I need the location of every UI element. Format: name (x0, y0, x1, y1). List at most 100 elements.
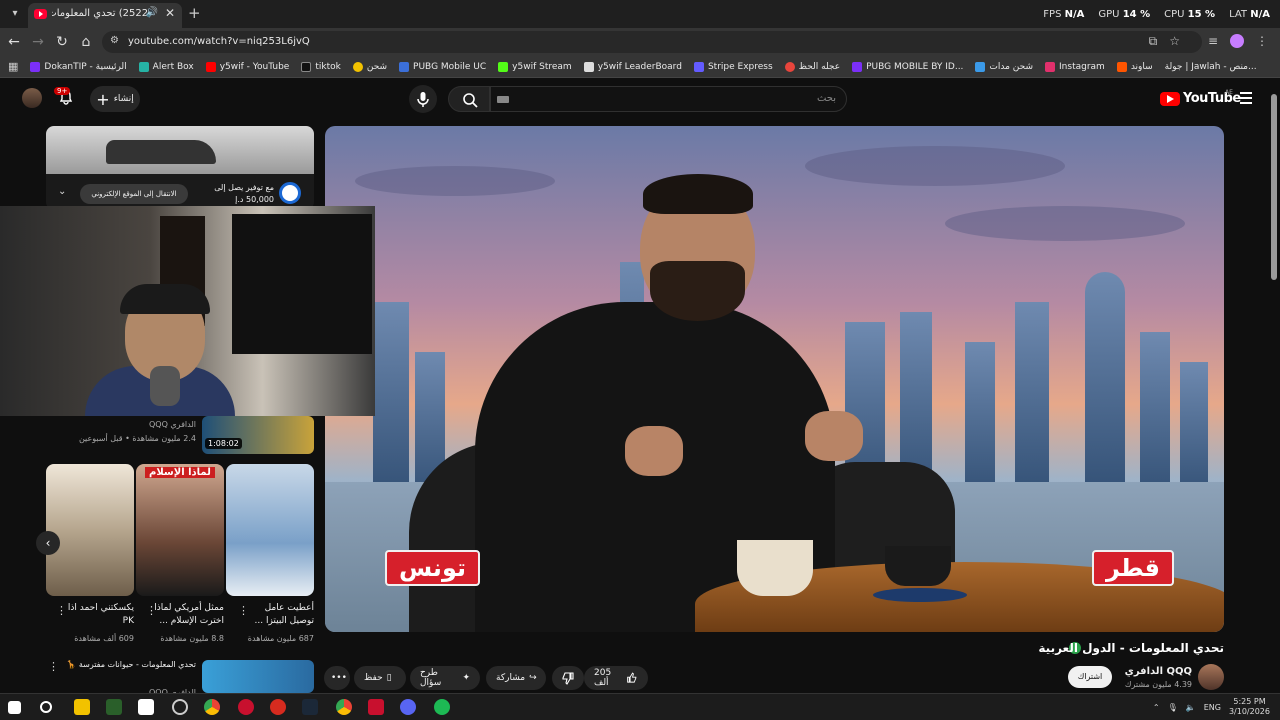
presenter-hand (625, 426, 683, 476)
short-thumbnail[interactable] (46, 464, 134, 596)
bookmark-favicon-icon (399, 61, 410, 72)
page-scrollbar-thumb[interactable] (1271, 94, 1277, 280)
ask-button[interactable]: طرح سؤال ✦ (410, 666, 480, 690)
chrome-icon[interactable] (336, 699, 352, 715)
more-vert-icon[interactable]: ⋮ (238, 604, 249, 617)
short-title[interactable]: أعطيت عامل توصيل البيتزا ... (242, 602, 315, 628)
back-icon[interactable]: ← (6, 34, 22, 50)
espresso-cup (885, 546, 951, 586)
search-button[interactable] (448, 86, 490, 112)
country-label-left: تونس (385, 550, 480, 586)
bookmark-item[interactable]: PUBG Mobile UC (399, 61, 486, 72)
bookmark-item[interactable]: DokanTIP - الرئيسية (30, 61, 127, 72)
app-icon[interactable] (106, 699, 122, 715)
youtube-favicon-icon (34, 9, 47, 19)
short-title[interactable]: يكسكتني احمد اذا PK (62, 602, 134, 628)
forward-icon[interactable]: → (30, 34, 46, 50)
bookmark-star-icon[interactable]: ⧉☆ (1149, 34, 1192, 49)
more-actions-button[interactable]: ••• (324, 666, 350, 690)
clock[interactable]: 5:25 PM 3/10/2026 (1229, 697, 1270, 717)
keyboard-icon[interactable] (497, 96, 509, 103)
file-explorer-icon[interactable] (74, 699, 90, 715)
ask-label: طرح سؤال (420, 668, 442, 688)
search-icon[interactable] (40, 701, 52, 713)
hamburger-menu-icon[interactable] (1240, 92, 1252, 107)
browser-toolbar: ← → ↻ ⌂ ⚙ youtube.com/watch?v=niq253L6jv… (0, 28, 1280, 56)
bookmark-item[interactable]: Stripe Express (693, 61, 773, 72)
channel-name[interactable]: QQQ الدافري (1125, 666, 1192, 677)
carousel-prev-button[interactable]: ‹ (36, 531, 60, 555)
new-tab-button[interactable]: + (188, 4, 201, 22)
bookmark-item[interactable]: y5wif LeaderBoard (583, 61, 682, 72)
voice-search-button[interactable] (409, 85, 437, 113)
bookmark-item[interactable]: y5wif - YouTube (205, 61, 289, 72)
chevron-up-icon[interactable]: ⌃ (1153, 703, 1160, 712)
dislike-button[interactable] (552, 666, 584, 690)
video-player[interactable]: تونس قطر (325, 126, 1224, 632)
bookmark-item[interactable]: tiktok (301, 61, 341, 72)
bookmark-favicon-icon (975, 61, 986, 72)
home-icon[interactable]: ⌂ (78, 34, 94, 50)
more-vert-icon[interactable]: ⋮ (48, 660, 59, 673)
more-vert-icon[interactable]: ⋮ (146, 604, 157, 617)
bookmark-favicon-icon (1045, 61, 1056, 72)
speaker-icon[interactable]: 🔊 (146, 7, 158, 18)
chevron-down-icon[interactable]: ⌄ (58, 186, 66, 197)
windows-start-icon[interactable] (8, 701, 21, 714)
app-icon[interactable] (368, 699, 384, 715)
chrome-icon[interactable] (204, 699, 220, 715)
app-icon[interactable] (238, 699, 254, 715)
search-input[interactable]: بحث (490, 86, 847, 112)
ad-text: مع توفير يصل إلى 50,000 د.إ (214, 183, 274, 204)
profile-avatar[interactable] (1230, 34, 1244, 48)
app-icon[interactable] (434, 699, 450, 715)
bookmark-item[interactable]: جولة | Jawlah - منص... (1165, 62, 1257, 72)
microphone-icon[interactable]: 🎙 (1168, 703, 1178, 712)
save-button[interactable]: حفظ ▯ (354, 666, 406, 690)
subscribe-button[interactable]: اشتراك (1068, 666, 1112, 688)
browser-tab-strip: ▾ (2522) تحدي المعلومات - الد 🔊 ✕ + FPS … (0, 0, 1280, 28)
channel-avatar[interactable] (1198, 664, 1224, 690)
ad-cta-button[interactable]: الانتقال إلى الموقع الإلكتروني (80, 184, 188, 204)
reload-icon[interactable]: ↻ (54, 34, 70, 50)
language-indicator[interactable]: ENG (1204, 703, 1221, 712)
like-button[interactable]: 205 ألف (584, 666, 648, 690)
apps-grid-icon[interactable]: ▦ (8, 60, 18, 73)
skyscraper (1140, 332, 1170, 502)
bookmark-item[interactable]: Instagram (1045, 61, 1105, 72)
short-thumbnail[interactable] (136, 464, 224, 596)
tab-title: (2522) تحدي المعلومات - الد (52, 8, 152, 19)
address-bar[interactable]: ⚙ youtube.com/watch?v=niq253L6jvQ ⧉☆ (102, 31, 1202, 53)
reading-list-icon[interactable]: ≡ (1208, 34, 1218, 48)
video-thumbnail[interactable] (202, 660, 314, 693)
bookmark-item[interactable]: شحن مدات (975, 61, 1033, 72)
discord-icon[interactable] (400, 699, 416, 715)
site-info-icon[interactable]: ⚙ (110, 35, 119, 46)
close-tab-icon[interactable]: ✕ (165, 6, 175, 20)
volume-icon[interactable]: 🔈 (1186, 703, 1196, 712)
short-thumbnail[interactable] (226, 464, 314, 596)
share-button[interactable]: مشاركة ↪ (486, 666, 546, 690)
account-avatar[interactable] (22, 88, 42, 108)
create-button[interactable]: + إنشاء (90, 86, 140, 112)
next-video-title[interactable]: تحدي المعلومات - حيوانات مفترسة 🦒 (62, 660, 196, 669)
bookmark-item[interactable]: ساوند (1116, 61, 1153, 72)
youtube-header: 9+ + إنشاء بحث YouTube AE (0, 78, 1280, 120)
active-tab[interactable]: (2522) تحدي المعلومات - الد 🔊 ✕ (28, 3, 182, 28)
menu-kebab-icon[interactable]: ⋮ (1256, 34, 1268, 48)
tab-search-button[interactable]: ▾ (6, 5, 24, 23)
app-icon[interactable] (270, 699, 286, 715)
bookmark-item[interactable]: Alert Box (138, 61, 194, 72)
app-icon[interactable] (172, 699, 188, 715)
app-icon[interactable] (138, 699, 154, 715)
more-vert-icon[interactable]: ⋮ (56, 604, 67, 617)
bookmark-item[interactable]: عجله الحظ (784, 61, 840, 72)
bookmark-item[interactable]: شحن (352, 61, 387, 72)
short-title[interactable]: ممثل أمريكي لماذا اخترت الإسلام ... (152, 602, 224, 628)
bookmark-item[interactable]: PUBG MOBILE BY ID... (852, 61, 963, 72)
bookmark-favicon-icon (852, 61, 863, 72)
steam-icon[interactable] (302, 699, 318, 715)
bookmark-favicon-icon (693, 61, 704, 72)
row-channel[interactable]: الدافري QQQ (100, 420, 196, 429)
bookmark-item[interactable]: y5wif Stream (498, 61, 572, 72)
